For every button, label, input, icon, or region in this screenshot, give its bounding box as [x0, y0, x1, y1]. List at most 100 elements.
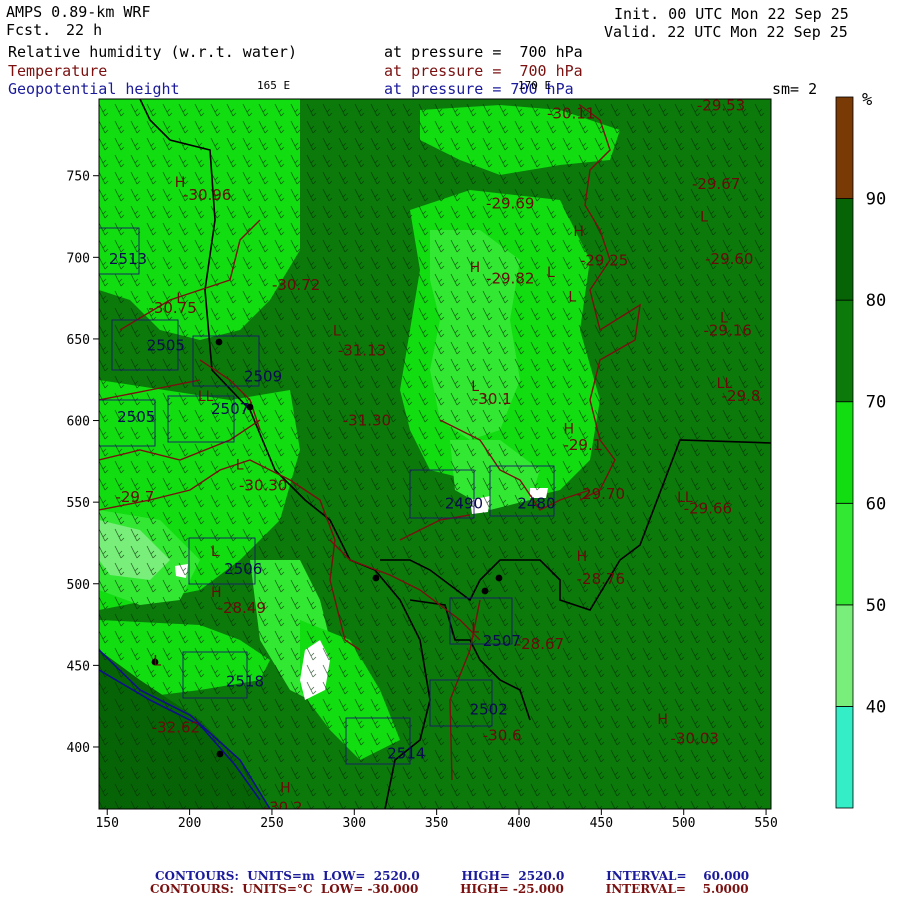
high-marker: H [470, 260, 481, 276]
x-tick-label: 350 [425, 816, 448, 831]
colorbar-label: 50 [866, 596, 886, 616]
station-dot [495, 574, 503, 582]
temperature-label: -31.13 [338, 341, 386, 359]
y-tick-label: 600 [67, 415, 90, 430]
low-marker: L [700, 209, 708, 225]
high-marker: H [573, 224, 584, 240]
x-tick-label: 150 [95, 816, 118, 831]
x-tick-label: 300 [343, 816, 366, 831]
height-label: 2518 [226, 673, 264, 691]
colorbar-bin [835, 401, 854, 504]
height-label: 2505 [117, 408, 155, 426]
height-label: 2507 [483, 632, 521, 650]
high-marker: H [280, 781, 291, 797]
y-axis: 750 700 650 600 550 500 450 400 [67, 170, 99, 756]
y-tick-label: 650 [67, 333, 90, 348]
colorbar-bin [835, 604, 854, 707]
low-marker: L [471, 379, 479, 395]
temperature-label: -30.6 [483, 726, 522, 744]
temperature-label: -29.82 [486, 269, 534, 287]
temperature-label: -30.30 [239, 477, 287, 495]
low-marker: L [545, 79, 553, 95]
low-marker: L [176, 291, 184, 307]
low-marker: L [153, 653, 161, 669]
colorbar-bin [835, 299, 854, 403]
y-tick-label: 450 [67, 659, 90, 674]
height-label: 2502 [470, 700, 508, 718]
low-marker: L [471, 621, 479, 637]
temperature-label: -28.49 [218, 599, 266, 617]
colorbar-unit: % [862, 90, 873, 110]
high-marker: H [175, 175, 186, 191]
x-tick-label: 450 [590, 816, 613, 831]
high-marker: H [657, 712, 668, 728]
colorbar-bin [835, 706, 854, 809]
temperature-label: -29.67 [692, 175, 740, 193]
temperature-label: -29.1 [563, 436, 602, 454]
temperature-label: -30.75 [148, 299, 196, 317]
height-label: 2507 [211, 400, 249, 418]
map-layers: -30.11 -29.53-29.67-29.69-29.25 -29.60-29.… [99, 79, 771, 816]
station-dot [216, 750, 224, 758]
high-marker: H [211, 585, 222, 601]
y-tick-label: 750 [67, 170, 90, 185]
temperature-label: -28.67 [516, 635, 564, 653]
height-label: 2514 [387, 744, 425, 762]
station-dot [481, 587, 489, 595]
temperature-label: -32.62 [152, 718, 200, 736]
x-tick-label: 250 [260, 816, 283, 831]
y-tick-label: 550 [67, 496, 90, 511]
height-label: 2506 [224, 560, 262, 578]
x-tick-label: 550 [754, 816, 777, 831]
temperature-label: -29.69 [486, 194, 534, 212]
high-marker: H [563, 422, 574, 438]
low-marker: L [568, 289, 576, 305]
colorbar-bin [835, 198, 854, 301]
colorbar-label: 70 [866, 393, 886, 413]
temperature-label: -30.03 [671, 730, 719, 748]
temperature-label: -29.7 [115, 488, 154, 506]
low-marker: L [236, 458, 244, 474]
temperature-label: -31.30 [343, 411, 391, 429]
colorbar-label: 80 [866, 291, 886, 311]
height-label: 2490 [445, 495, 483, 513]
x-tick-label: 200 [178, 816, 201, 831]
colorbar: 90 80 70 60 50 40 [835, 96, 886, 809]
x-axis: 150 200 250 300 350 400 450 500 550 [95, 809, 778, 831]
x-tick-label: 400 [507, 816, 530, 831]
low-marker: L [720, 311, 728, 327]
height-label: 2480 [517, 495, 555, 513]
low-marker: L [547, 265, 555, 281]
low-marker: LL [198, 389, 214, 405]
temperature-label: -29.25 [580, 251, 628, 269]
temperature-label: -28.76 [577, 570, 625, 588]
height-label: 2513 [109, 250, 147, 268]
high-marker: H [577, 549, 588, 565]
station-dot [372, 574, 380, 582]
colorbar-bin [835, 96, 854, 199]
y-tick-label: 500 [67, 578, 90, 593]
colorbar-label: 40 [866, 697, 886, 717]
y-tick-label: 700 [67, 251, 90, 266]
temperature-label: -29.60 [705, 250, 753, 268]
footer-temperature-contours: CONTOURS: UNITS=°C LOW= -30.000 HIGH= -2… [150, 882, 749, 896]
temperature-label: -30.11 [547, 105, 595, 123]
colorbar-label: 60 [866, 494, 886, 514]
low-marker: L [333, 324, 341, 340]
temperature-label: -30.96 [183, 186, 231, 204]
map-canvas: -30.11 -29.53-29.67-29.69-29.25 -29.60-29.… [67, 79, 886, 831]
low-marker: L [211, 544, 219, 560]
low-marker: LL [677, 490, 693, 506]
height-label: 2509 [244, 367, 282, 385]
colorbar-bin [835, 502, 854, 606]
temperature-label: -30.2 [264, 798, 303, 816]
wind-barbs [99, 99, 771, 809]
low-marker: LL [717, 376, 733, 392]
station-dot [215, 338, 223, 346]
height-label: 2505 [147, 336, 185, 354]
temperature-label: -30.72 [272, 276, 320, 294]
x-tick-label: 500 [672, 816, 695, 831]
temperature-label: -29.70 [577, 485, 625, 503]
y-tick-label: 400 [67, 741, 90, 756]
colorbar-label: 90 [866, 190, 886, 210]
